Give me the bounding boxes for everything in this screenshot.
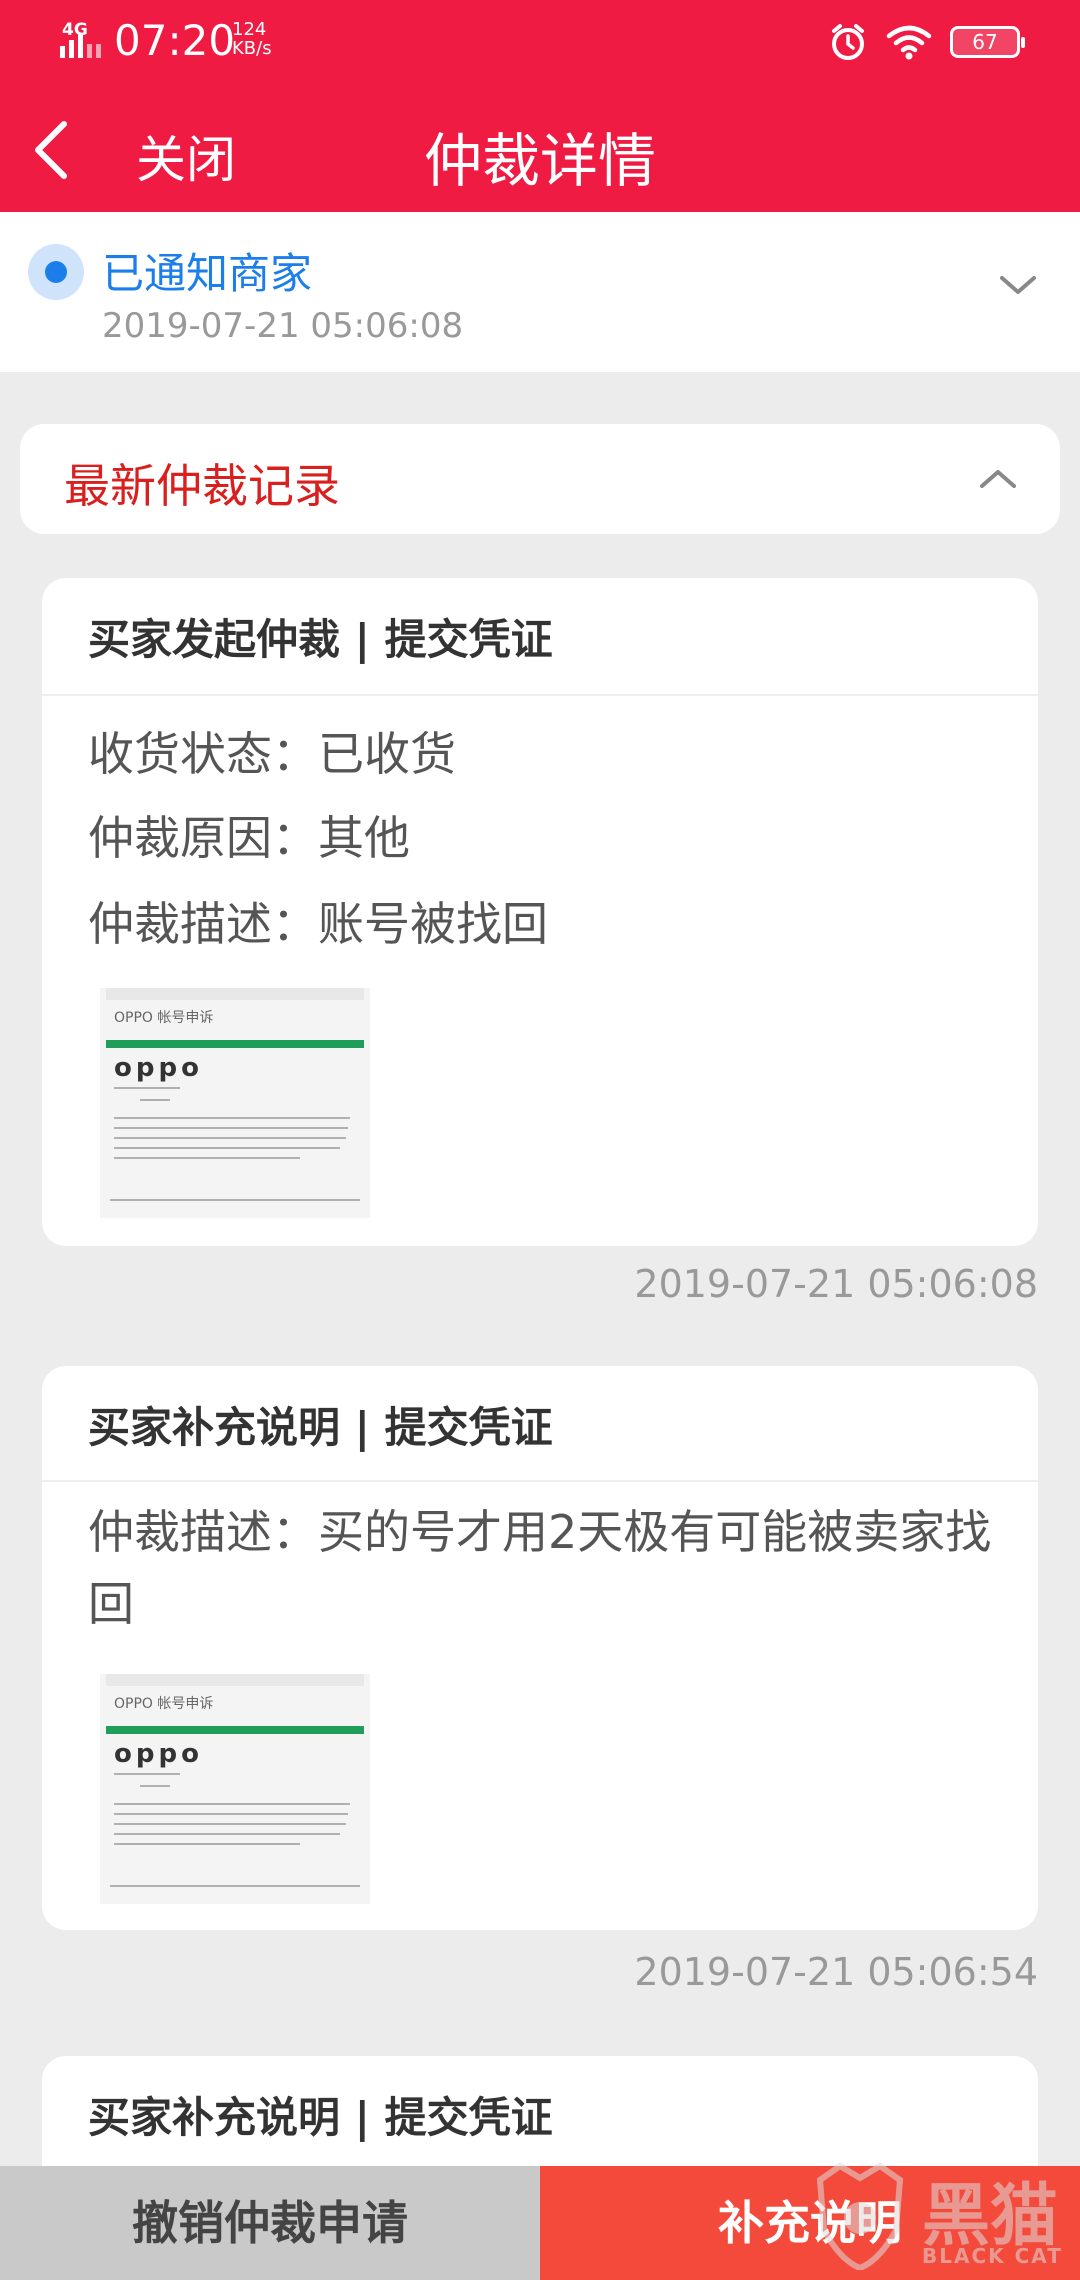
evidence-screenshot-image: OPPO 帐号申诉 oppo — [100, 1674, 370, 1904]
status-bar: 4G 07:20 124 KB/s 67 — [0, 0, 1080, 84]
record-title: 买家发起仲裁 | 提交凭证 — [88, 615, 553, 664]
thumbnail-brand-text: oppo — [114, 1053, 203, 1083]
record-title: 买家补充说明 | 提交凭证 — [88, 1403, 553, 1452]
thumbnail-header-text: OPPO 帐号申诉 — [114, 1696, 213, 1712]
evidence-thumbnail[interactable]: OPPO 帐号申诉 oppo — [100, 1674, 370, 1904]
network-speed: 124 KB/s — [232, 20, 272, 58]
receipt-status: 收货状态：已收货 — [88, 727, 456, 781]
network-type: 4G — [62, 20, 88, 40]
record-time: 2019-07-21 05:06:08 — [634, 1262, 1038, 1306]
status-label: 已通知商家 — [102, 249, 313, 298]
thumbnail-header-text: OPPO 帐号申诉 — [114, 1010, 213, 1026]
evidence-screenshot-image: OPPO 帐号申诉 oppo — [100, 988, 370, 1218]
arbitration-description: 仲裁描述：买的号才用2天极有可能被卖家找回 — [88, 1505, 992, 1631]
arbitration-reason: 仲裁原因：其他 — [88, 811, 410, 865]
evidence-thumbnail[interactable]: OPPO 帐号申诉 oppo — [100, 988, 370, 1218]
battery-level: 67 — [972, 30, 998, 54]
page-title: 仲裁详情 — [423, 127, 656, 195]
record-card: 买家补充说明 | 提交凭证 仲裁描述：买的号才用2天极有可能被卖家找回 OPPO… — [42, 1366, 1038, 1930]
clock: 07:20 — [114, 16, 236, 65]
status-icons: 67 — [828, 20, 1025, 64]
signal-icon: 4G — [58, 20, 102, 58]
record-time: 2019-07-21 05:06:54 — [634, 1950, 1038, 1994]
record-title: 买家补充说明 | 提交凭证 — [88, 2093, 553, 2142]
arbitration-description: 仲裁描述：账号被找回 — [88, 897, 548, 951]
chevron-down-icon[interactable] — [994, 268, 1042, 304]
network-speed-value: 124 — [232, 19, 267, 40]
arbitration-status[interactable]: 已通知商家 2019-07-21 05:06:08 — [0, 212, 1080, 372]
cat-shield-logo-icon — [816, 2162, 904, 2272]
records-header[interactable]: 最新仲裁记录 — [20, 424, 1060, 534]
divider — [42, 1480, 1038, 1482]
navigation-bar: 关闭 仲裁详情 — [0, 100, 1080, 200]
alarm-icon — [832, 24, 864, 60]
top-bar: 4G 07:20 124 KB/s 67 关闭 仲裁详情 — [0, 0, 1080, 212]
battery-icon: 67 — [950, 26, 1025, 58]
watermark-subtext: BLACK CAT — [922, 2244, 1063, 2268]
records-title: 最新仲裁记录 — [64, 459, 340, 513]
watermark: 黑猫 BLACK CAT — [810, 2160, 1080, 2280]
chevron-up-icon[interactable] — [974, 460, 1022, 496]
divider — [42, 694, 1038, 696]
status-dot-icon — [28, 244, 84, 300]
wifi-icon — [886, 25, 932, 60]
network-speed-unit: KB/s — [232, 38, 272, 59]
status-time: 2019-07-21 05:06:08 — [102, 306, 464, 346]
cancel-arbitration-button[interactable]: 撤销仲裁申请 — [0, 2166, 540, 2280]
record-card: 买家发起仲裁 | 提交凭证 收货状态：已收货 仲裁原因：其他 仲裁描述：账号被找… — [42, 578, 1038, 1246]
thumbnail-brand-text: oppo — [114, 1739, 203, 1769]
